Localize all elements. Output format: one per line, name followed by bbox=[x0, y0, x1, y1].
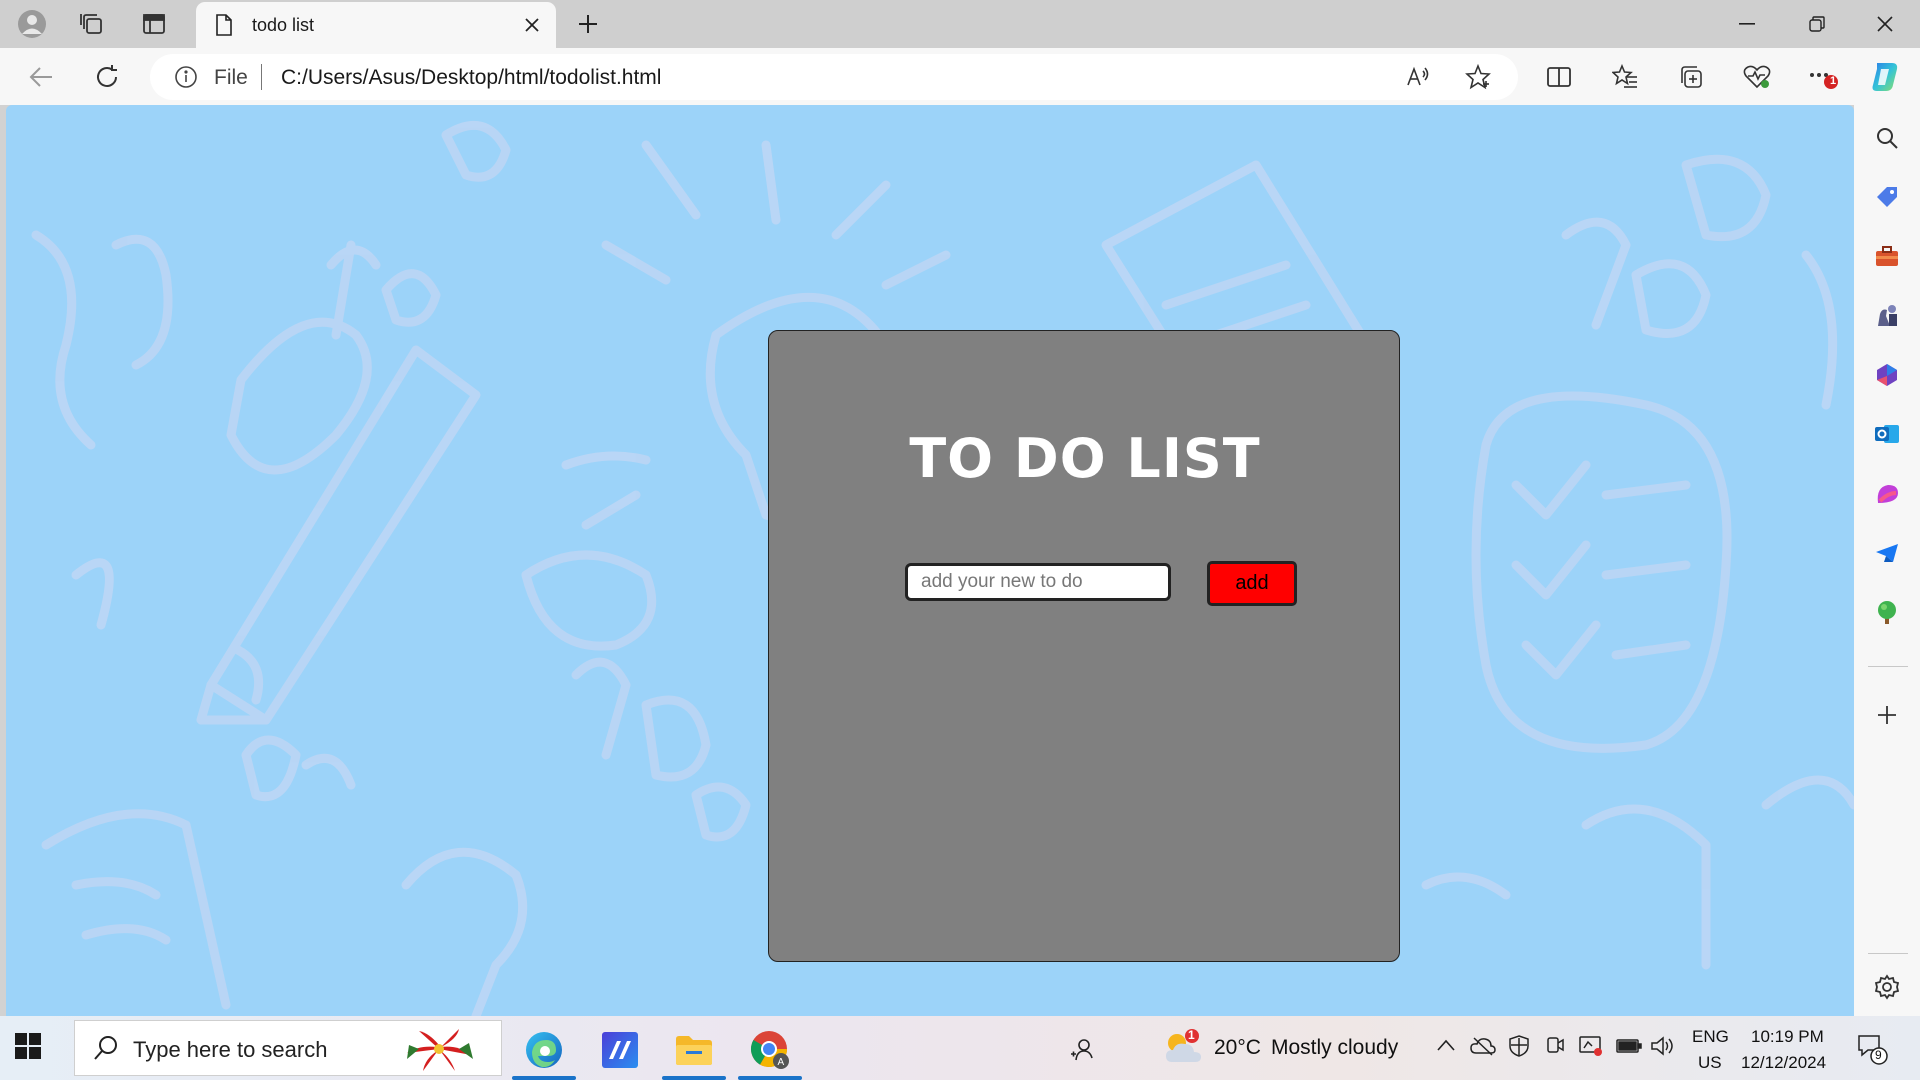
people-icon[interactable] bbox=[1046, 1020, 1118, 1080]
edge-icon[interactable] bbox=[508, 1020, 580, 1080]
settings-icon[interactable] bbox=[1871, 971, 1903, 1003]
notifications-icon[interactable]: 9 bbox=[1856, 1032, 1890, 1071]
browser-toolbar: File C:/Users/Asus/Desktop/html/todolist… bbox=[0, 48, 1920, 105]
close-icon[interactable] bbox=[520, 13, 544, 37]
back-icon[interactable] bbox=[20, 56, 62, 98]
weather-description: Mostly cloudy bbox=[1271, 1036, 1399, 1059]
clock-date[interactable]: 12/12/2024 bbox=[1741, 1053, 1826, 1073]
weather-icon[interactable]: 1 bbox=[1162, 1028, 1206, 1073]
poinsettia-icon bbox=[399, 1023, 479, 1080]
active-indicator bbox=[662, 1076, 726, 1080]
new-tab-icon[interactable] bbox=[568, 6, 608, 42]
address-separator bbox=[261, 64, 262, 90]
weather-badge: 1 bbox=[1188, 1028, 1195, 1042]
search-icon[interactable] bbox=[1871, 122, 1903, 154]
region-indicator[interactable]: US bbox=[1698, 1053, 1722, 1073]
clock-time[interactable]: 10:19 PM bbox=[1751, 1027, 1824, 1047]
active-indicator bbox=[512, 1076, 576, 1080]
file-explorer-icon[interactable] bbox=[658, 1020, 730, 1080]
read-aloud-icon[interactable] bbox=[1404, 63, 1432, 91]
microsoft365-icon[interactable] bbox=[1871, 359, 1903, 391]
page-viewport: TO DO LIST add bbox=[6, 105, 1854, 1016]
tools-icon[interactable] bbox=[1871, 240, 1903, 272]
shopping-icon[interactable] bbox=[1871, 181, 1903, 213]
language-indicator[interactable]: ENG bbox=[1692, 1027, 1729, 1047]
tree-icon[interactable] bbox=[1871, 596, 1903, 628]
minimize-icon[interactable] bbox=[1712, 0, 1782, 48]
tab-title: todo list bbox=[252, 15, 315, 35]
svg-text:A: A bbox=[778, 1057, 785, 1068]
refresh-icon[interactable] bbox=[86, 56, 128, 98]
telegram-icon[interactable] bbox=[1871, 537, 1903, 569]
battery-icon bbox=[1616, 1038, 1642, 1059]
edge-sidebar bbox=[1854, 105, 1920, 1016]
favorite-star-icon[interactable] bbox=[1464, 63, 1492, 91]
page-icon bbox=[214, 13, 234, 42]
active-tab[interactable]: todo list bbox=[196, 2, 556, 48]
sidebar-divider bbox=[1868, 953, 1908, 954]
split-screen-icon[interactable] bbox=[1538, 56, 1580, 98]
more-icon[interactable]: 1 bbox=[1802, 56, 1844, 98]
address-bar[interactable]: File C:/Users/Asus/Desktop/html/todolist… bbox=[150, 54, 1518, 100]
todo-card: TO DO LIST add bbox=[768, 330, 1400, 962]
taskbar-search[interactable]: Type here to search bbox=[74, 1020, 502, 1076]
page-title: TO DO LIST bbox=[909, 427, 1261, 490]
games-icon[interactable] bbox=[1871, 299, 1903, 331]
outlook-icon[interactable] bbox=[1871, 418, 1903, 450]
workspaces-icon[interactable] bbox=[72, 6, 112, 42]
ai-app-icon[interactable] bbox=[584, 1020, 656, 1080]
copilot-icon[interactable] bbox=[1864, 56, 1906, 98]
windows-start-icon[interactable] bbox=[14, 1032, 46, 1064]
meet-icon[interactable] bbox=[1544, 1034, 1566, 1063]
sidebar-divider bbox=[1868, 666, 1908, 667]
taskbar: Type here to search A 1 20°C Mostly clou… bbox=[0, 1016, 1920, 1080]
add-icon[interactable] bbox=[1871, 699, 1903, 731]
address-scheme-label: File bbox=[214, 66, 248, 89]
add-button[interactable]: add bbox=[1207, 561, 1297, 606]
designer-icon[interactable] bbox=[1871, 478, 1903, 510]
volume-icon[interactable] bbox=[1650, 1034, 1676, 1063]
search-icon bbox=[93, 1035, 119, 1066]
restore-icon[interactable] bbox=[1782, 0, 1852, 48]
info-icon[interactable] bbox=[174, 65, 198, 94]
chevron-up-icon[interactable] bbox=[1436, 1038, 1456, 1057]
chrome-icon[interactable]: A bbox=[734, 1020, 806, 1080]
display-icon[interactable] bbox=[1578, 1034, 1604, 1063]
notification-count: 9 bbox=[1875, 1048, 1882, 1062]
browser-essentials-icon[interactable] bbox=[1736, 56, 1778, 98]
active-indicator bbox=[738, 1076, 802, 1080]
tab-strip: todo list bbox=[0, 0, 1920, 48]
collections-icon[interactable] bbox=[1670, 56, 1712, 98]
search-placeholder: Type here to search bbox=[133, 1037, 328, 1062]
todo-input[interactable] bbox=[905, 563, 1171, 601]
favorites-icon[interactable] bbox=[1604, 56, 1646, 98]
onedrive-icon[interactable] bbox=[1470, 1036, 1496, 1061]
close-window-icon[interactable] bbox=[1850, 0, 1920, 48]
url-text[interactable]: C:/Users/Asus/Desktop/html/todolist.html bbox=[281, 66, 661, 90]
notification-badge: 1 bbox=[1830, 75, 1837, 87]
profile-icon[interactable] bbox=[12, 6, 52, 42]
weather-temperature: 20°C bbox=[1214, 1036, 1261, 1059]
security-icon[interactable] bbox=[1508, 1034, 1530, 1063]
vertical-tabs-icon[interactable] bbox=[134, 6, 174, 42]
